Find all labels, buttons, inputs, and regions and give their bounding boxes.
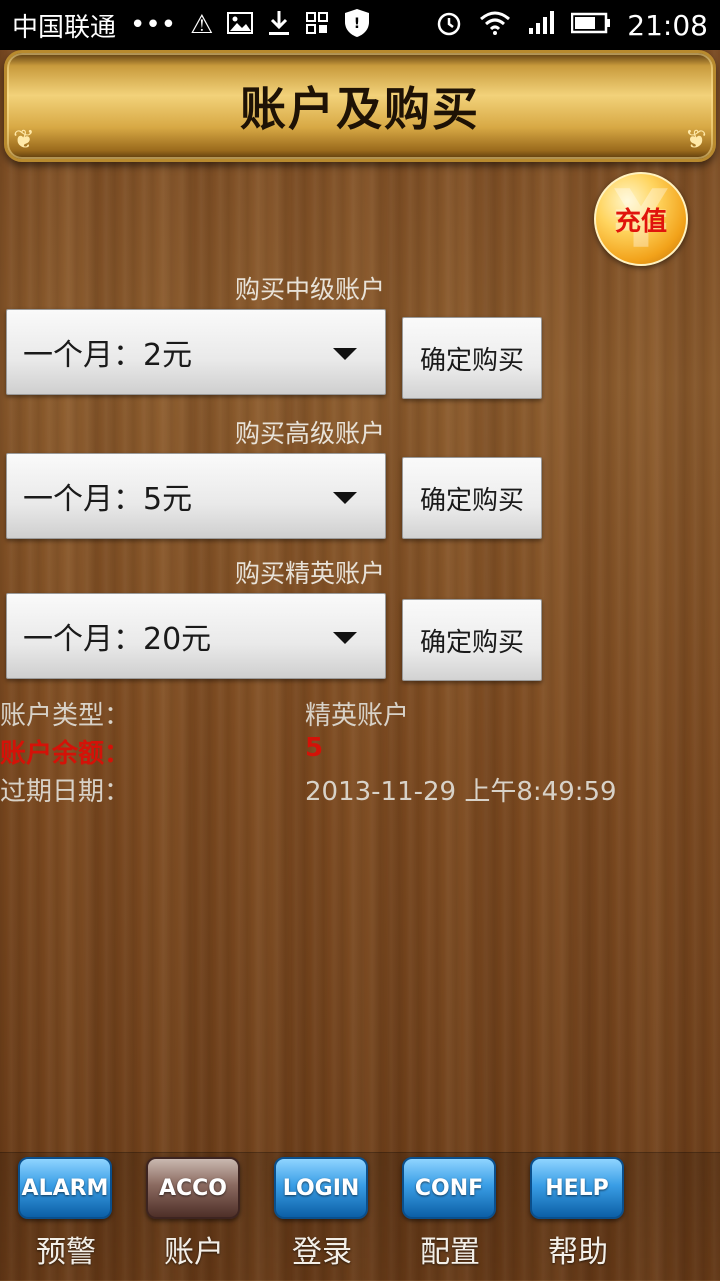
duration-select-intermediate[interactable]: 一个月：2元 (6, 309, 386, 395)
expiry-date-row: 过期日期： 2013-11-29 上午8:49:59 (0, 771, 720, 811)
account-balance-label: 账户余额： (0, 739, 131, 769)
account-balance-value: 5 (305, 733, 324, 763)
tab-label: 登录 (292, 1235, 352, 1270)
tab-label: 配置 (420, 1235, 480, 1270)
clock: 21:08 (627, 8, 708, 42)
recharge-button[interactable]: ¥ 充值 (594, 172, 688, 266)
confirm-buy-button-advanced[interactable]: 确定购买 (402, 457, 542, 539)
title-bar: ❦ 账户及购买 ❦ (4, 50, 716, 162)
duration-select-elite[interactable]: 一个月：20元 (6, 593, 386, 679)
login-badge-icon: LOGIN (274, 1157, 368, 1219)
wifi-icon (479, 11, 511, 40)
recharge-label: 充值 (614, 206, 667, 237)
expiry-date-value: 2013-11-29 上午8:49:59 (305, 777, 617, 807)
status-bar: 中国联通 ••• ⚠ ! 21:08 (0, 0, 720, 50)
confirm-buy-button-elite[interactable]: 确定购买 (402, 599, 542, 681)
account-type-label: 账户类型： (0, 701, 131, 731)
carrier-name: 中国联通 (12, 12, 117, 43)
dropdown-arrow-icon (333, 348, 357, 360)
select-value: 一个月：2元 (23, 338, 193, 373)
image-icon (227, 11, 254, 39)
select-value: 一个月：5元 (23, 482, 193, 517)
bottom-tab-bar: ALARM 预警 ACCO 账户 LOGIN 登录 CONF 配置 HELP 帮… (0, 1152, 720, 1281)
download-icon (267, 9, 291, 42)
dropdown-arrow-icon (333, 492, 357, 504)
account-type-value: 精英账户 (305, 701, 410, 731)
expiry-date-label: 过期日期： (0, 777, 131, 807)
tab-label: 预警 (36, 1235, 96, 1270)
grid-icon (305, 11, 329, 40)
account-type-row: 账户类型： 精英账户 (0, 695, 720, 735)
page-title: 账户及购买 (240, 82, 480, 136)
account-badge-icon: ACCO (146, 1157, 240, 1219)
section-label-advanced: 购买高级账户 (234, 419, 385, 448)
tab-account[interactable]: ACCO 账户 (144, 1153, 244, 1281)
section-label-intermediate: 购买中级账户 (234, 275, 385, 304)
dropdown-arrow-icon (333, 632, 357, 644)
alarm-badge-icon: ALARM (18, 1157, 112, 1219)
tab-login[interactable]: LOGIN 登录 (272, 1153, 372, 1281)
svg-text:!: ! (354, 16, 360, 32)
help-badge-icon: HELP (530, 1157, 624, 1219)
ornament-left-icon: ❦ (13, 125, 35, 155)
account-balance-row: 账户余额： 5 (0, 733, 720, 773)
alarm-icon (435, 9, 463, 42)
shield-icon: ! (343, 8, 371, 43)
tab-label: 帮助 (548, 1235, 608, 1270)
config-badge-icon: CONF (402, 1157, 496, 1219)
ornament-right-icon: ❦ (685, 125, 707, 155)
more-notifications-indicator: ••• (130, 10, 177, 40)
tab-help[interactable]: HELP 帮助 (528, 1153, 628, 1281)
duration-select-advanced[interactable]: 一个月：5元 (6, 453, 386, 539)
tab-alarm[interactable]: ALARM 预警 (16, 1153, 116, 1281)
select-value: 一个月：20元 (23, 622, 212, 657)
tab-config[interactable]: CONF 配置 (400, 1153, 500, 1281)
warning-icon: ⚠ (190, 10, 214, 40)
signal-icon (527, 10, 555, 41)
battery-icon (571, 12, 611, 39)
confirm-buy-button-intermediate[interactable]: 确定购买 (402, 317, 542, 399)
section-label-elite: 购买精英账户 (234, 559, 385, 588)
tab-label: 账户 (164, 1235, 224, 1270)
